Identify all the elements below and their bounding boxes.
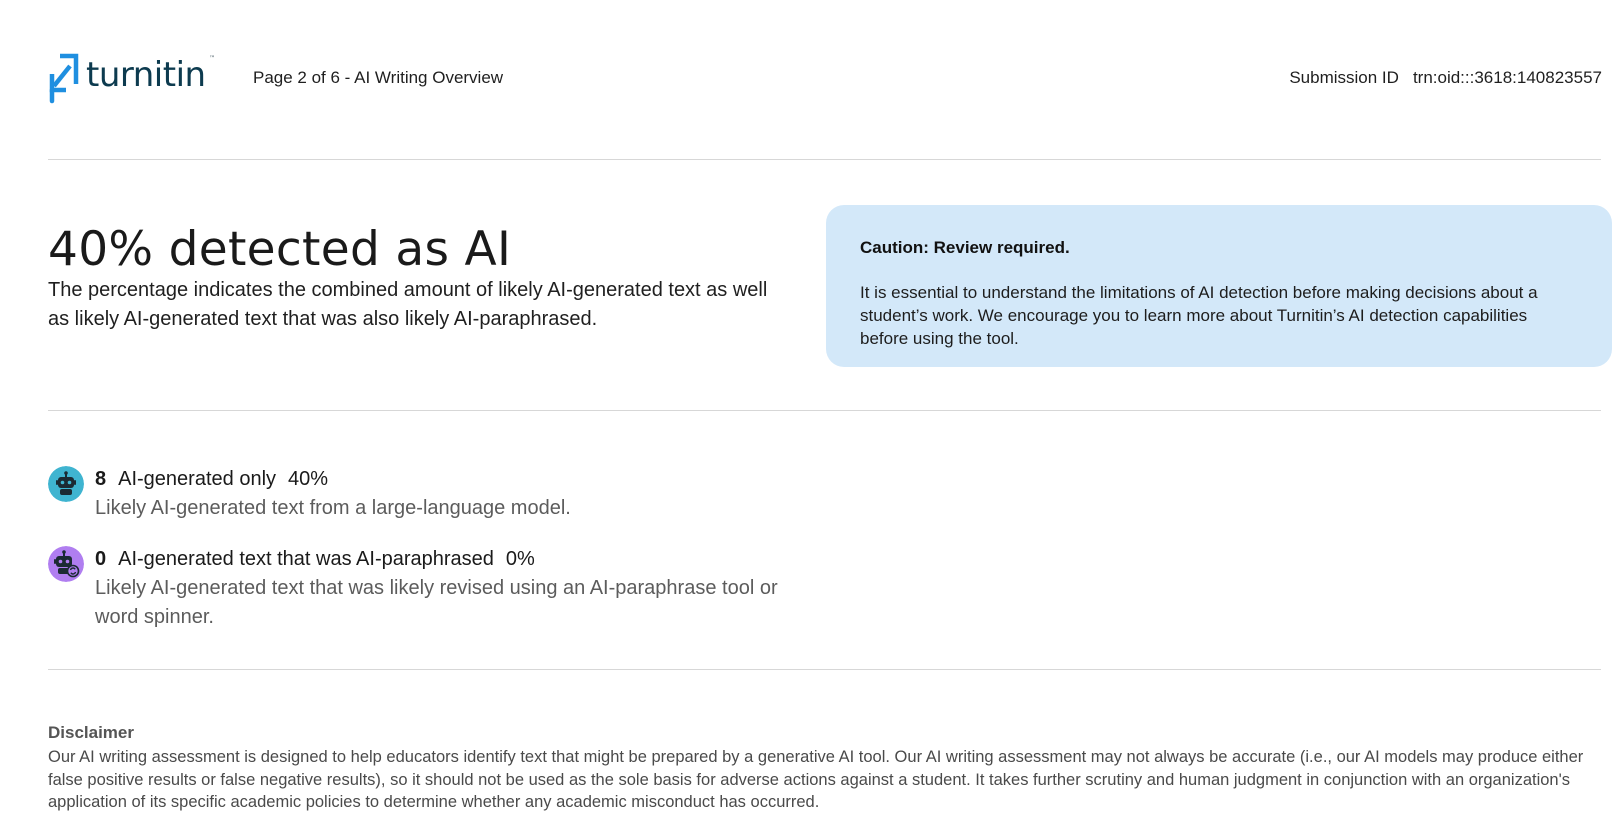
category-description: Likely AI-generated text from a large-la… <box>95 497 571 519</box>
brand-name: turnitin <box>86 54 214 96</box>
category-description: Likely AI-generated text that was likely… <box>95 577 778 628</box>
report-page: turnitin Page 2 of 6 - AI Writing Overvi… <box>0 0 1623 831</box>
category-count: 0 <box>95 548 107 570</box>
caution-body: It is essential to understand the limita… <box>860 283 1538 348</box>
caution-title: Caution: Review required. <box>860 238 1070 257</box>
turnitin-arrow-icon <box>49 53 79 104</box>
ai-percentage-description: The percentage indicates the combined am… <box>48 279 768 330</box>
robot-paraphrase-icon <box>48 546 84 582</box>
ai-percentage-heading: 40% detected as AI <box>48 222 512 277</box>
category-label: AI-generated text that was AI-paraphrase… <box>118 548 494 570</box>
caution-callout: Caution: Review required. It is essentia… <box>826 205 1612 367</box>
submission-id-value: trn:oid:::3618:140823557 <box>1412 68 1602 87</box>
category-label: AI-generated only <box>118 468 277 490</box>
disclaimer-title: Disclaimer <box>48 723 134 742</box>
submission-id-label: Submission ID <box>1289 68 1399 87</box>
category-percent: 0% <box>505 548 535 570</box>
category-ai-paraphrased: 0 AI-generated text that was AI-paraphra… <box>48 546 805 632</box>
category-count: 8 <box>95 468 107 490</box>
disclaimer-section: Disclaimer Our AI writing assessment is … <box>48 722 1608 814</box>
category-percent: 40% <box>288 468 329 490</box>
turnitin-logo: turnitin <box>48 52 214 104</box>
section-divider <box>48 410 1601 411</box>
disclaimer-body: Our AI writing assessment is designed to… <box>48 748 1584 811</box>
submission-info: Submission ID trn:oid:::3618:140823557 <box>1289 67 1602 89</box>
page-indicator: Page 2 of 6 - AI Writing Overview <box>253 68 504 87</box>
robot-icon <box>48 466 84 502</box>
header-divider <box>48 159 1601 160</box>
disclaimer-divider <box>48 669 1601 670</box>
category-ai-generated-only: 8 AI-generated only 40% Likely AI-genera… <box>48 466 805 523</box>
